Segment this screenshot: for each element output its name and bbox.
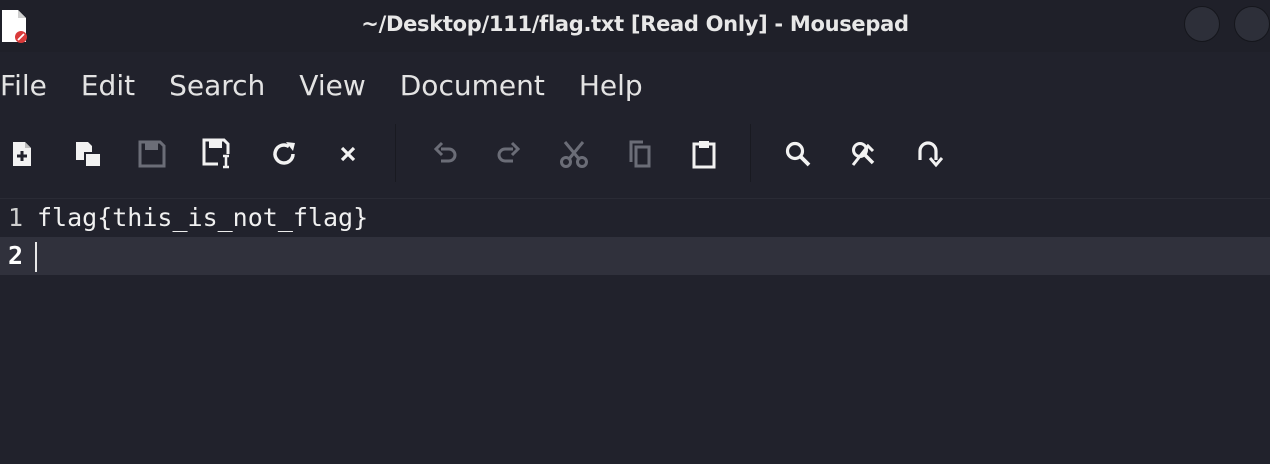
find-button[interactable] [780,134,816,174]
new-window-button[interactable] [70,134,106,174]
close-window-button[interactable] [1234,6,1270,42]
editor-line-current[interactable]: 2 [0,237,1270,275]
menu-search[interactable]: Search [169,56,265,116]
go-to-line-icon [918,141,943,168]
line-number: 1 [8,203,24,232]
editor-line[interactable]: 1 flag{this_is_not_flag} [0,199,1270,237]
find-icon [785,141,811,167]
find-replace-icon [851,142,875,166]
save-as-button[interactable] [200,134,236,174]
cut-button[interactable] [556,134,592,174]
toolbar-separator [395,124,396,182]
save-icon [138,140,166,168]
copy-icon [629,140,651,168]
paste-icon [692,141,716,169]
close-icon [340,146,356,162]
line-text[interactable]: flag{this_is_not_flag} [37,199,368,237]
line-number: 2 [8,241,24,270]
menu-edit[interactable]: Edit [81,56,135,116]
cut-icon [560,141,588,168]
toolbar [0,122,1270,186]
redo-button[interactable] [490,134,526,174]
menu-help[interactable]: Help [579,56,643,116]
find-replace-button[interactable] [846,134,882,174]
text-editor-area[interactable]: 1 flag{this_is_not_flag} 2 [0,198,1270,464]
go-to-line-button[interactable] [910,134,946,174]
minimize-button[interactable] [1184,6,1220,42]
undo-button[interactable] [428,134,464,174]
menu-bar: File Edit Search View Document Help [0,56,1270,116]
toolbar-separator [750,124,751,182]
title-bar[interactable]: ~/Desktop/111/flag.txt [Read Only] - Mou… [0,0,1270,52]
close-document-button[interactable] [330,134,366,174]
redo-icon [497,141,521,163]
new-window-icon [76,142,100,166]
new-document-button[interactable] [4,134,40,174]
reload-button[interactable] [266,134,302,174]
menu-document[interactable]: Document [400,56,545,116]
copy-button[interactable] [622,134,658,174]
menu-view[interactable]: View [299,56,365,116]
menu-file[interactable]: File [0,56,47,116]
reload-icon [273,142,295,165]
paste-button[interactable] [686,134,722,174]
new-document-icon [13,142,31,166]
text-cursor [35,242,37,272]
undo-icon [433,141,457,163]
save-button[interactable] [134,134,170,174]
window-title: ~/Desktop/111/flag.txt [Read Only] - Mou… [361,12,909,36]
save-as-icon [202,138,232,169]
mousepad-window: ~/Desktop/111/flag.txt [Read Only] - Mou… [0,0,1270,464]
